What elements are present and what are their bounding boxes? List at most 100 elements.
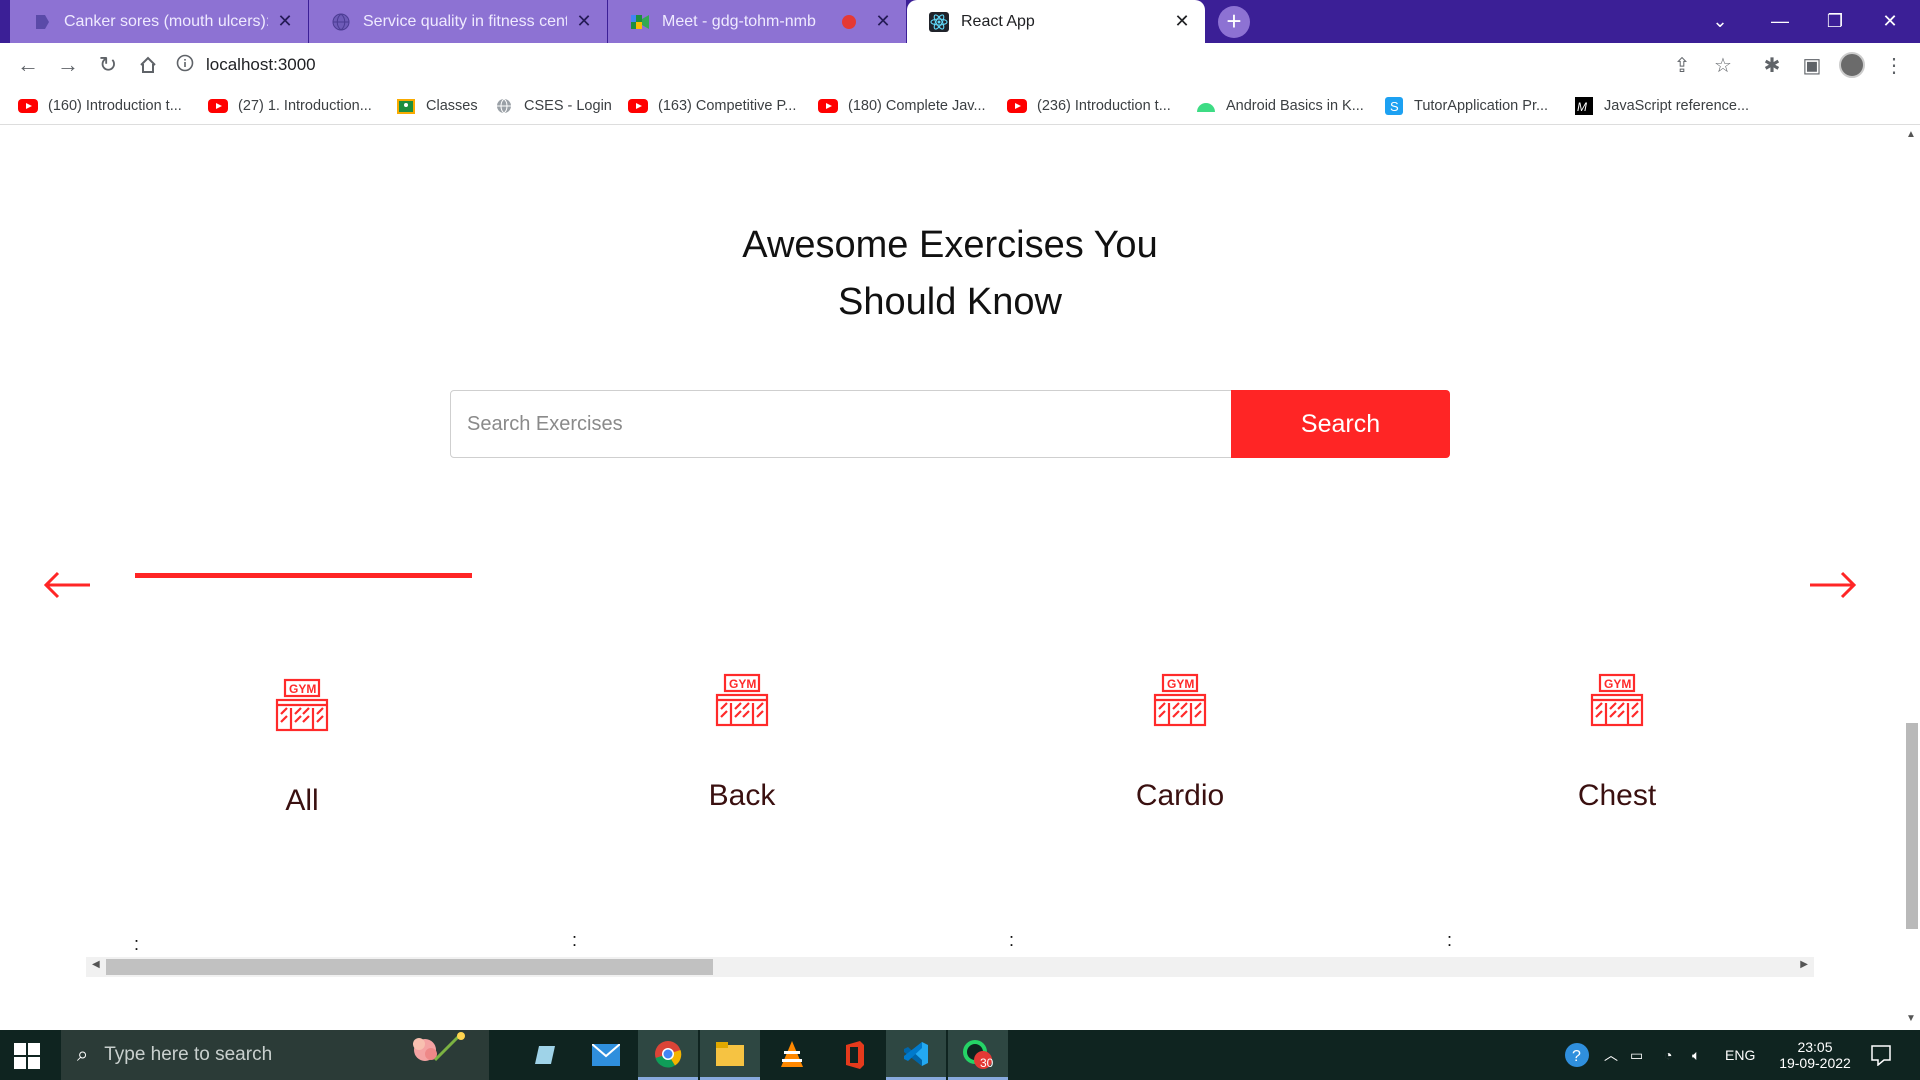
scrollbar-thumb[interactable] [1906,723,1918,929]
bookmark-star-icon[interactable]: ☆ [1709,51,1737,79]
clock[interactable]: 23:05 19-09-2022 [1770,1030,1860,1080]
language-indicator[interactable]: ENG [1725,1030,1755,1080]
minimize-icon[interactable]: — [1750,0,1810,43]
menu-icon[interactable]: ⋮ [1880,51,1908,79]
office-icon[interactable] [824,1030,884,1080]
tray-chevron-icon[interactable]: ︿ [1604,1030,1618,1080]
app-icon-notes[interactable] [514,1030,574,1080]
mdn-icon: M [1574,97,1594,115]
back-icon[interactable]: ← [12,49,44,81]
profile-avatar[interactable] [1838,51,1866,79]
close-icon[interactable]: ✕ [573,11,595,32]
youtube-icon [628,98,648,114]
android-icon [1196,98,1216,114]
tab-service-quality[interactable]: Service quality in fitness centres: ✕ [309,0,607,43]
chrome-icon[interactable] [638,1030,698,1080]
tab-meet[interactable]: Meet - gdg-tohm-nmb ✕ [608,0,906,43]
tab-canker-sores[interactable]: Canker sores (mouth ulcers): Wh ✕ [10,0,308,43]
category-card-chest[interactable]: GYM Chest [1407,673,1827,813]
bookmark-item[interactable]: M JavaScript reference... [1574,95,1749,117]
youtube-icon [1007,98,1027,114]
card-footnote: : [572,930,578,950]
left-arrow-icon[interactable] [36,565,96,605]
gym-icon: GYM [715,673,769,727]
category-card-back[interactable]: GYM Back [532,673,952,813]
scroll-down-icon[interactable]: ▼ [1904,1013,1918,1024]
tab-title: Service quality in fitness centres: [363,12,567,30]
whatsapp-icon[interactable]: 30 [948,1030,1008,1080]
scroll-right-icon[interactable]: ▶ [1800,959,1808,970]
tab-strip: Canker sores (mouth ulcers): Wh ✕ Servic… [0,0,1920,43]
reload-icon[interactable]: ↻ [92,49,124,81]
bookmark-item[interactable]: (236) Introduction t... [1007,95,1171,117]
category-label: Chest [1577,779,1657,812]
globe-icon [331,12,351,32]
svg-text:GYM: GYM [729,677,756,691]
category-label: Back [708,779,776,812]
close-icon[interactable]: ✕ [872,11,894,32]
horizontal-scrollbar[interactable]: ◀ ▶ [86,957,1814,977]
right-arrow-icon[interactable] [1804,565,1864,605]
bookmark-item[interactable]: (180) Complete Jav... [818,95,986,117]
vlc-icon[interactable] [762,1030,822,1080]
address-bar[interactable]: localhost:3000 [176,48,1666,82]
taskbar-search-box[interactable]: ⌕ Type here to search [61,1030,489,1080]
gym-icon: GYM [275,678,329,732]
tab-search-icon[interactable]: ⌄ [1690,0,1750,43]
bookmark-item[interactable]: (27) 1. Introduction... [208,95,372,117]
scrollbar-thumb[interactable] [106,959,713,975]
tab-title: React App [961,12,1035,30]
mail-icon[interactable] [576,1030,636,1080]
svg-text:GYM: GYM [1604,677,1631,691]
bookmark-item[interactable]: S TutorApplication Pr... [1384,95,1548,117]
share-icon[interactable]: ⇪ [1668,51,1696,79]
url-text: localhost:3000 [206,55,316,74]
restore-icon[interactable]: ❐ [1805,0,1865,43]
close-icon[interactable]: ✕ [274,11,296,32]
whatsapp-badge: 30 [980,1056,994,1070]
svg-text:S: S [1390,99,1399,114]
scroll-up-icon[interactable]: ▲ [1904,129,1918,140]
taskbar: ⌕ Type here to search 30 ? ︿ ▭ ◔ 🔈︎ ENG … [0,1030,1920,1080]
notifications-icon[interactable] [1870,1030,1892,1080]
info-icon[interactable] [176,54,194,77]
search-button[interactable]: Search [1231,390,1450,458]
bookmark-item[interactable]: (163) Competitive P... [628,95,796,117]
page-viewport: Awesome Exercises You Should Know Search… [0,125,1920,1030]
svg-text:?: ? [1572,1048,1581,1065]
extensions-icon[interactable]: ✱ [1758,51,1786,79]
windows-start-icon[interactable] [14,1043,40,1069]
globe-icon [494,98,514,114]
bookmark-item[interactable]: Classes [396,95,478,117]
vertical-scrollbar[interactable]: ▲ ▼ [1902,125,1920,1030]
search-input[interactable] [450,390,1232,458]
category-card-all[interactable]: GYM All [92,678,512,818]
bookmark-item[interactable]: (160) Introduction t... [18,95,182,117]
vscode-icon[interactable] [886,1030,946,1080]
wifi-icon[interactable]: ◔ [1664,1030,1672,1080]
clock-time: 23:05 [1797,1039,1833,1055]
help-icon[interactable]: ? [1564,1030,1590,1080]
browser-toolbar: ← → ↻ localhost:3000 ⇪ ☆ ✱ ▣ ⋮ [0,43,1920,87]
bookmark-item[interactable]: Android Basics in K... [1196,95,1364,117]
bookmark-item[interactable]: CSES - Login [494,95,612,117]
volume-icon[interactable]: 🔈︎ [1692,1030,1700,1080]
youtube-icon [208,98,228,114]
side-panel-icon[interactable]: ▣ [1798,51,1826,79]
search-icon: ⌕ [77,1043,89,1066]
tutor-icon: S [1384,97,1404,115]
file-explorer-icon[interactable] [700,1030,760,1080]
recording-icon [842,14,856,29]
category-label: All [285,784,319,817]
forward-icon[interactable]: → [52,49,84,81]
tab-title: Canker sores (mouth ulcers): Wh [64,12,268,30]
category-card-cardio[interactable]: GYM Cardio [970,673,1390,813]
new-tab-button[interactable]: + [1218,6,1250,38]
battery-icon[interactable]: ▭ [1630,1030,1643,1080]
scroll-left-icon[interactable]: ◀ [92,959,100,970]
window-close-icon[interactable]: ✕ [1860,0,1920,43]
close-icon[interactable]: ✕ [1171,11,1193,32]
tab-react-app[interactable]: React App ✕ [907,0,1205,43]
home-icon[interactable] [132,49,164,81]
svg-text:M: M [1577,100,1587,114]
